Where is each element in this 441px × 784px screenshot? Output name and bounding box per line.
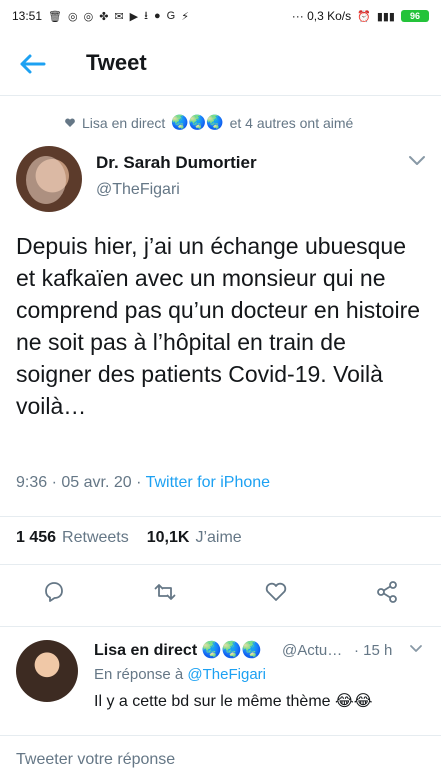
pinwheel-icon: ✤	[99, 10, 109, 23]
usb-icon: ⚡	[181, 10, 189, 23]
author-name[interactable]: Dr. Sarah Dumortier	[96, 153, 257, 173]
retweets-stat[interactable]: 1 456 Retweets	[16, 529, 129, 547]
retweets-label: Retweets	[62, 529, 129, 546]
arrow-left-icon[interactable]	[18, 52, 46, 76]
tweet-source[interactable]: Twitter for iPhone	[146, 474, 271, 491]
likes-stat[interactable]: 10,1K J’aime	[147, 529, 242, 547]
tweet-stats: 1 456 Retweets 10,1K J’aime	[16, 529, 242, 547]
liked-by-name: Lisa en direct	[82, 114, 166, 131]
top-bar: Tweet	[0, 32, 441, 96]
reply-time: · 15 h	[354, 642, 393, 659]
tweet-meta: 9:36 · 05 avr. 20 · Twitter for iPhone	[16, 474, 270, 492]
author-handle[interactable]: @TheFigari	[96, 181, 180, 199]
status-time: 13:51	[12, 9, 43, 23]
divider	[0, 516, 441, 517]
reply-author-handle[interactable]: @Actu…	[282, 642, 342, 659]
chevron-down-icon[interactable]	[409, 644, 423, 654]
likes-label: J’aime	[195, 529, 242, 546]
heart-icon[interactable]	[264, 580, 288, 604]
author-avatar[interactable]	[16, 146, 82, 212]
page-title: Tweet	[86, 50, 147, 75]
divider	[0, 626, 441, 627]
tweet-time-date: 9:36 · 05 avr. 20 ·	[16, 474, 142, 491]
download-icon: ⭳	[144, 9, 148, 22]
status-bar: 13:51 🗑 ◎ ◎ ✤ ✉ ▶ ⭳ ● G ⚡ ··· 0,3 Ko/s ⏰…	[0, 0, 441, 32]
instagram-icon: ◎	[68, 10, 78, 23]
chrome-icon: ●	[153, 10, 161, 22]
reply-icon[interactable]	[42, 580, 66, 604]
share-icon[interactable]	[375, 580, 399, 604]
status-right: ··· 0,3 Ko/s ⏰ ▮▮▮ 96	[292, 9, 429, 23]
signal-icon: ▮▮▮	[376, 10, 395, 23]
trash-icon: 🗑	[48, 10, 62, 23]
instagram-icon-2: ◎	[83, 10, 94, 23]
liked-by-line[interactable]: Lisa en direct 🌏🌏🌏 et 4 autres ont aimé	[64, 114, 353, 131]
video-icon: ▶	[129, 10, 139, 23]
chevron-down-icon[interactable]	[408, 155, 426, 167]
retweet-icon[interactable]	[153, 580, 177, 604]
tweet-actions	[0, 580, 441, 620]
reply-composer[interactable]: Tweeter votre réponse	[0, 735, 441, 784]
reply-to-prefix: En réponse à	[94, 666, 184, 683]
alarm-icon: ⏰	[357, 10, 371, 23]
reply-author-name[interactable]: Lisa en direct 🌏🌏🌏	[94, 640, 261, 660]
globe-emoji: 🌏🌏🌏	[171, 114, 224, 130]
heart-icon	[65, 118, 75, 127]
status-left: 13:51 🗑 ◎ ◎ ✤ ✉ ▶ ⭳ ● G ⚡	[12, 7, 189, 26]
liked-by-suffix: et 4 autres ont aimé	[229, 114, 354, 131]
battery-icon: 96	[401, 10, 429, 22]
reply-to-line: En réponse à @TheFigari	[94, 666, 266, 683]
reply-to-mention[interactable]: @TheFigari	[187, 666, 266, 683]
tweet-text: Depuis hier, j’ai un échange ubuesque et…	[16, 233, 421, 419]
likes-count: 10,1K	[146, 529, 190, 546]
mail-icon: ✉	[114, 10, 124, 23]
divider	[0, 564, 441, 565]
composer-placeholder: Tweeter votre réponse	[16, 751, 176, 768]
network-speed: ··· 0,3 Ko/s	[291, 9, 352, 23]
retweets-count: 1 456	[16, 529, 57, 546]
reply-text: Il y a cette bd sur le même thème 😂😂	[94, 693, 373, 710]
reply-author-avatar[interactable]	[16, 640, 78, 702]
google-icon: G	[166, 10, 176, 22]
